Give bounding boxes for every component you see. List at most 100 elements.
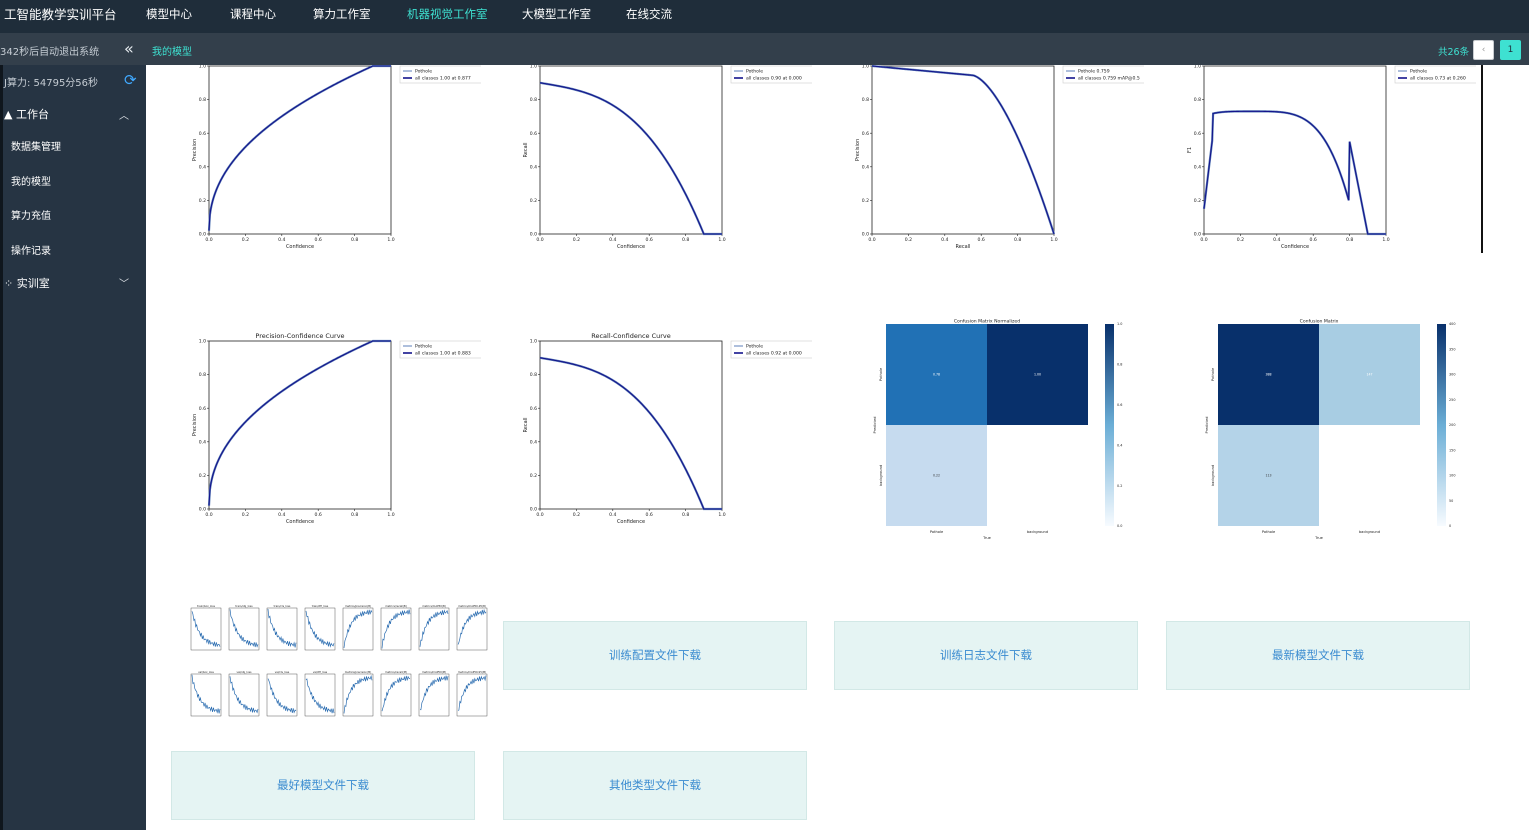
x-tick-label: 0.4 [609, 512, 616, 518]
y-tick-label: 0.0 [530, 507, 537, 513]
x-axis-label: Recall [956, 244, 971, 250]
y-tick-label: 0.8 [199, 372, 206, 378]
y-tick-label: 0.6 [1194, 131, 1201, 137]
nav-vision-studio[interactable]: 机器视觉工作室 [407, 6, 488, 22]
results-panel-title: metrics/recall(B) [385, 604, 406, 608]
x-tick-label: 0.2 [1237, 237, 1244, 243]
chevron-down-icon[interactable]: ﹀ [119, 275, 129, 290]
y-axis-label: F1 [1187, 147, 1193, 153]
prev-page-button[interactable]: ‹ [1473, 40, 1494, 60]
sidebar-group-workbench[interactable]: ▲ 工作台 [4, 106, 49, 122]
refresh-icon[interactable]: ⟳ [124, 71, 137, 89]
y-tick-label: 0.2 [199, 198, 206, 204]
y-tick-label: 0.6 [530, 131, 537, 137]
download-train-log-button[interactable]: 训练日志文件下载 [834, 621, 1138, 690]
colorbar-tick: 150 [1449, 448, 1455, 452]
plot-svg: 0.00.0 0.2 0.2 0.4 0.4 0.6 0.6 0.8 0.8 1.0 1.0 Conf… [192, 65, 481, 250]
nav-llm-studio[interactable]: 大模型工作室 [522, 6, 591, 22]
colorbar-tick: 0 [1449, 524, 1451, 528]
page-1-button[interactable]: 1 [1500, 40, 1521, 60]
results-panel-frame [304, 607, 336, 651]
divider [1481, 65, 1483, 253]
class-curve [207, 65, 391, 231]
confusion-x-tick: background [1027, 530, 1048, 534]
results-panel-title: metrics/mAP50(M) [422, 670, 446, 674]
sidebar-item-recharge[interactable]: 算力充值 [11, 207, 51, 222]
compute-credit: J算力: 54795分56秒 [4, 78, 99, 89]
class-curve [1202, 110, 1386, 236]
auto-logout-timer: 342秒后自动退出系统 [0, 47, 100, 58]
training-results-thumbnail[interactable]: train/box_loss train/obj_loss train/cls_lo… [184, 602, 490, 772]
y-tick-label: 0.6 [199, 406, 206, 412]
nav-online-chat[interactable]: 在线交流 [626, 6, 672, 22]
download-best-model-button[interactable]: 最好模型文件下载 [171, 751, 475, 820]
legend-entry: all classes 0.90 at 0.000 [746, 76, 802, 82]
confusion-x-tick: background [1359, 530, 1380, 534]
y-axis-label: Recall [523, 143, 529, 158]
x-tick-label: 0.4 [941, 237, 948, 243]
x-tick-label: 1.0 [1382, 237, 1389, 243]
download-latest-model-button[interactable]: 最新模型文件下载 [1166, 621, 1470, 690]
y-tick-label: 0.0 [530, 232, 537, 238]
results-panel-frame [266, 607, 298, 651]
confusion-cell-value: 0.22 [933, 474, 940, 478]
y-tick-label: 0.6 [530, 406, 537, 412]
download-train-config-button[interactable]: 训练配置文件下载 [503, 621, 807, 690]
y-tick-label: 1.0 [862, 65, 869, 70]
y-tick-label: 0.2 [530, 198, 537, 204]
nav-model-center[interactable]: 模型中心 [146, 6, 192, 22]
results-panel-title: val/obj_loss [237, 670, 253, 674]
sidebar-item-my-models[interactable]: 我的模型 [11, 173, 51, 188]
confusion-cell [1319, 425, 1420, 526]
nav-course-center[interactable]: 课程中心 [230, 6, 276, 22]
x-tick-label: 1.0 [387, 512, 394, 518]
legend-entry: all classes 1.00 at 0.883 [415, 351, 471, 357]
colorbar-tick: 0.6 [1117, 403, 1122, 407]
axes-frame [539, 65, 723, 235]
results-panel-title: train/cls_loss [274, 604, 291, 608]
legend-entry: Pothole [746, 344, 763, 350]
breadcrumb: 我的模型 [152, 47, 192, 58]
y-tick-label: 0.6 [199, 131, 206, 137]
results-panel-title: metrics/precision(B) [345, 604, 371, 608]
precision-confidence-curve: Precision-Confidence Curve 0.0 0.0 0.2 0.2 0.… [181, 330, 481, 600]
sidebar-item-datasets[interactable]: 数据集管理 [11, 138, 61, 153]
colorbar-tick: 400 [1449, 322, 1455, 326]
confusion-x-tick: Pothole [1262, 530, 1276, 534]
sidebar-item-logs[interactable]: 操作记录 [11, 242, 51, 257]
y-tick-label: 1.0 [530, 65, 537, 70]
axes-frame [539, 340, 723, 510]
all-classes-curve [208, 340, 391, 506]
x-tick-label: 0.6 [315, 512, 322, 518]
x-tick-label: 0.2 [905, 237, 912, 243]
collapse-sidebar-icon[interactable]: « [124, 39, 134, 58]
class-curve [539, 356, 722, 511]
colorbar-tick: 1.0 [1117, 322, 1122, 326]
x-tick-label: 0.0 [536, 512, 543, 518]
results-panel-title: metrics/mAP50-95(M) [458, 670, 486, 674]
results-panel-title: val/box_loss [198, 670, 214, 674]
colorbar-tick: 250 [1449, 398, 1455, 402]
chevron-up-icon[interactable]: ︿ [119, 107, 129, 122]
confusion-title: Confusion Matrix Normalized [954, 319, 1020, 325]
sidebar-group-lab[interactable]: ⁘ 实训室 [4, 275, 50, 291]
results-panel-frame [304, 673, 336, 717]
y-tick-label: 0.0 [862, 232, 869, 238]
confusion-matrix-normalized: Confusion Matrix Normalized 0.78 1.00 0.22 P… [872, 317, 1182, 557]
x-axis-label: Confidence [286, 519, 314, 525]
y-axis-label: Precision [192, 139, 198, 161]
axes-frame [871, 65, 1055, 235]
main-content: 0.0 0.0 0.2 0.2 0.4 0.4 0.6 0.6 0.8 0.8 1.0 1.0 Conf… [146, 65, 1529, 830]
axes-frame [1203, 65, 1387, 235]
results-panel-frame [456, 607, 488, 651]
y-tick-label: 0.2 [199, 473, 206, 479]
y-tick-label: 0.8 [530, 372, 537, 378]
colorbar-tick: 350 [1449, 347, 1455, 351]
colorbar-tick: 0.8 [1117, 363, 1122, 367]
colorbar-tick: 100 [1449, 474, 1455, 478]
results-panel-title: metrics/mAP50(B) [422, 604, 446, 608]
download-other-files-button[interactable]: 其他类型文件下载 [503, 751, 807, 820]
nav-compute-studio[interactable]: 算力工作室 [313, 6, 371, 22]
legend-entry: all classes 0.92 at 0.000 [746, 351, 802, 357]
colorbar-tick: 200 [1449, 423, 1455, 427]
